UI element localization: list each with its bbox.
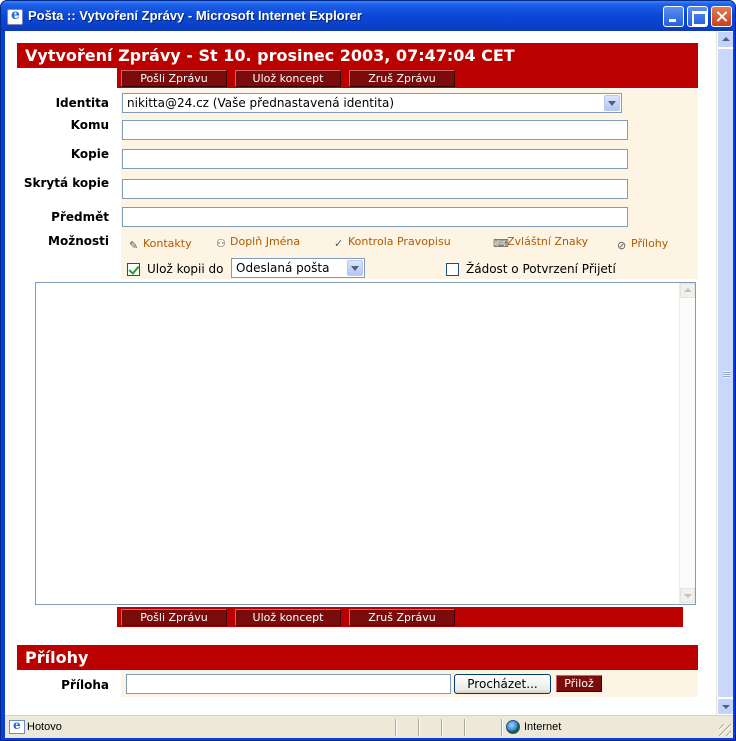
scroll-thumb[interactable] [717, 48, 733, 698]
read-receipt-checkbox[interactable] [446, 263, 459, 276]
page-scrollbar[interactable] [716, 31, 733, 715]
compose-title: Vytvoření Zprávy - St 10. prosinec 2003,… [25, 46, 515, 65]
title-bar[interactable]: Pošta :: Vytvoření Zprávy - Microsoft In… [1, 1, 735, 31]
spellcheck-icon: ✓ [334, 237, 344, 250]
bottom-action-bar: Pošli Zprávu Ulož koncept Zruš Zprávu [117, 607, 683, 627]
bcc-field[interactable] [122, 179, 628, 199]
scroll-down-button[interactable] [717, 698, 733, 715]
status-text: Hotovo [27, 721, 62, 733]
attachment-label: Příloha [61, 678, 109, 692]
cancel-button[interactable]: Zruš Zprávu [349, 70, 455, 87]
minimize-icon [664, 7, 683, 26]
send-button-bottom[interactable]: Pošli Zprávu [121, 609, 227, 626]
options-label: Možnosti [48, 234, 109, 248]
paperclip-icon: ⊘ [617, 239, 627, 252]
expand-names-label: Doplň Jména [230, 235, 301, 248]
attach-button[interactable]: Přilož [556, 675, 602, 692]
identity-select[interactable]: nikitta@24.cz (Vaše přednastavená identi… [122, 93, 622, 113]
status-divider [441, 719, 443, 736]
special-chars-label: Zvláštní Znaky [507, 235, 589, 248]
top-action-bar: Pošli Zprávu Ulož koncept Zruš Zprávu [117, 68, 698, 88]
save-draft-button-bottom[interactable]: Ulož koncept [235, 609, 341, 626]
address-book-icon: ✎ [129, 239, 139, 252]
status-divider [464, 719, 466, 736]
arrow-down-icon [722, 705, 730, 709]
cc-field[interactable] [122, 149, 628, 169]
subject-label: Předmět [51, 210, 109, 224]
status-bar: Hotovo Internet [5, 715, 733, 738]
cancel-button-bottom[interactable]: Zruš Zprávu [349, 609, 455, 626]
globe-icon [506, 720, 520, 734]
status-divider [395, 719, 397, 736]
send-button[interactable]: Pošli Zprávu [121, 70, 227, 87]
to-label: Komu [70, 118, 109, 132]
save-copy-folder-select[interactable]: Odeslaná pošta [231, 258, 365, 278]
cc-label: Kopie [70, 147, 109, 161]
save-copy-checkbox[interactable] [127, 263, 140, 276]
contacts-label: Kontakty [143, 237, 192, 250]
close-button[interactable] [711, 6, 732, 27]
browse-button[interactable]: Procházet... [454, 674, 551, 694]
security-zone: Internet [524, 721, 562, 733]
keyboard-icon: ⌨ [493, 237, 509, 250]
save-draft-button[interactable]: Ulož koncept [235, 70, 341, 87]
page-viewport: Vytvoření Zprávy - St 10. prosinec 2003,… [5, 31, 733, 715]
spellcheck-label: Kontrola Pravopisu [348, 235, 451, 248]
special-chars-link[interactable]: ⌨Zvláštní Znaky [493, 235, 588, 250]
scroll-up-button[interactable] [717, 31, 733, 48]
bcc-label: Skrytá kopie [23, 176, 109, 190]
chevron-down-icon[interactable] [604, 95, 620, 111]
maximize-icon [688, 7, 707, 26]
page-icon [9, 718, 25, 734]
expand-names-link[interactable]: ⚇ Doplň Jména [216, 235, 300, 250]
window-title: Pošta :: Vytvoření Zprávy - Microsoft In… [28, 8, 362, 23]
save-copy-folder-value: Odeslaná pošta [236, 261, 330, 275]
identity-value: nikitta@24.cz (Vaše přednastavená identi… [127, 96, 395, 110]
browser-window: Pošta :: Vytvoření Zprávy - Microsoft In… [0, 0, 736, 741]
identity-label: Identita [55, 96, 109, 110]
scroll-down-icon[interactable] [680, 588, 695, 603]
compose-header: Vytvoření Zprávy - St 10. prosinec 2003,… [17, 43, 698, 68]
attachments-title: Přílohy [25, 648, 89, 667]
save-copy-label: Ulož kopii do [147, 262, 224, 276]
contacts-link[interactable]: ✎ Kontakty [129, 237, 192, 252]
to-field[interactable] [122, 120, 628, 140]
grip-icon [723, 371, 730, 378]
status-divider [418, 719, 420, 736]
attachments-header: Přílohy [17, 645, 698, 670]
body-scrollbar[interactable] [679, 283, 695, 604]
attachments-link[interactable]: ⊘ Přílohy [617, 237, 668, 252]
chevron-down-icon[interactable] [347, 260, 363, 276]
message-body-textarea[interactable] [35, 282, 696, 605]
minimize-button[interactable] [663, 6, 684, 27]
internet-explorer-icon [7, 7, 23, 25]
status-divider [501, 719, 503, 736]
arrow-up-icon [722, 37, 730, 41]
close-icon [712, 7, 731, 26]
maximize-button[interactable] [687, 6, 708, 27]
spellcheck-link[interactable]: ✓ Kontrola Pravopisu [334, 235, 451, 250]
attachments-link-label: Přílohy [631, 237, 669, 250]
subject-field[interactable] [122, 207, 628, 227]
people-icon: ⚇ [216, 237, 226, 250]
resize-grip-icon[interactable] [719, 724, 731, 736]
scroll-up-icon[interactable] [680, 283, 695, 298]
attachment-file-field[interactable] [126, 674, 451, 694]
read-receipt-label: Žádost o Potvrzení Přijetí [466, 262, 616, 276]
